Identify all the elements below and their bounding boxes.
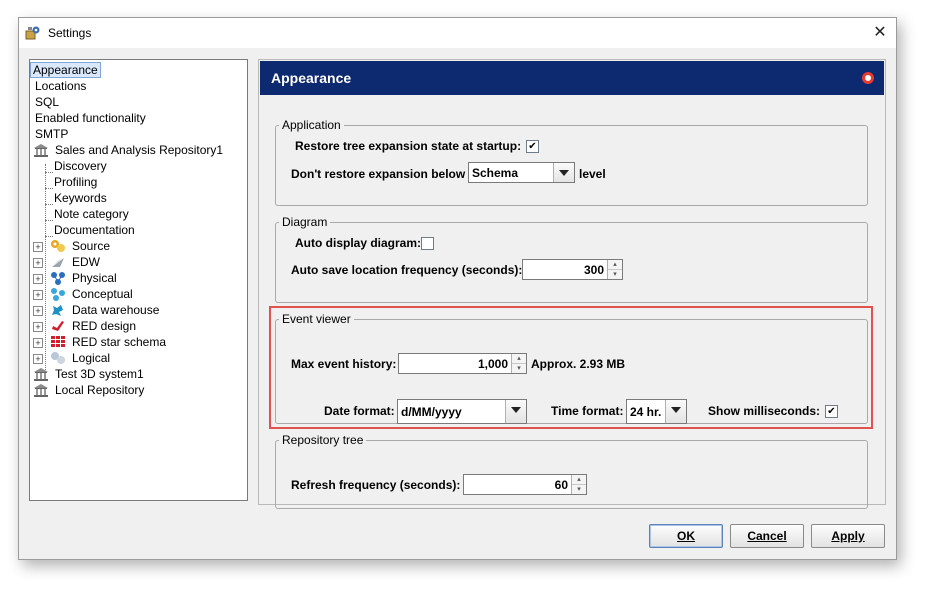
settings-dialog: Settings ✕ Appearance Locations SQL Enab… <box>18 17 897 560</box>
edw-icon <box>52 258 64 267</box>
title-bar: Settings ✕ <box>19 18 896 48</box>
help-icon[interactable] <box>862 72 874 84</box>
restore-tree-label: Restore tree expansion state at startup: <box>295 139 522 153</box>
tree-item-source[interactable]: Source <box>50 238 114 254</box>
expand-edw-toggle[interactable]: + <box>33 258 43 268</box>
spinner-down-icon[interactable]: ▾ <box>608 270 622 279</box>
tree-item-discovery[interactable]: Discovery <box>50 158 111 174</box>
refresh-frequency-value: 60 <box>554 478 568 492</box>
auto-display-label: Auto display diagram: <box>295 236 422 250</box>
tree-item-sales-repository[interactable]: Sales and Analysis Repository1 <box>33 142 227 158</box>
tree-item-red-design[interactable]: RED design <box>50 318 140 334</box>
tree-item-edw[interactable]: EDW <box>50 254 104 270</box>
auto-save-label: Auto save location frequency (seconds): <box>291 263 523 277</box>
spinner-up-icon[interactable]: ▴ <box>572 475 586 485</box>
expand-logical-toggle[interactable]: + <box>33 354 43 364</box>
tree-item-note-category[interactable]: Note category <box>50 206 133 222</box>
tree-item-local-repository[interactable]: Local Repository <box>33 382 148 398</box>
auto-display-checkbox[interactable] <box>421 237 434 250</box>
tree-item-red-star-schema[interactable]: RED star schema <box>50 334 170 350</box>
expansion-level-value: Schema <box>472 166 519 180</box>
tree-item-documentation[interactable]: Documentation <box>50 222 139 238</box>
tree-item-physical[interactable]: Physical <box>50 270 121 286</box>
tree-item-smtp[interactable]: SMTP <box>31 126 72 142</box>
data-warehouse-icon <box>52 305 63 316</box>
red-design-icon <box>52 321 64 331</box>
repository-tree-group: Repository tree <box>275 433 868 509</box>
refresh-frequency-label: Refresh frequency (seconds): <box>291 478 461 492</box>
diagram-legend: Diagram <box>282 215 328 229</box>
cancel-button[interactable]: Cancel <box>730 524 804 548</box>
tree-item-keywords[interactable]: Keywords <box>50 190 111 206</box>
tree-item-conceptual[interactable]: Conceptual <box>50 286 137 302</box>
appearance-panel: Appearance Application Restore tree expa… <box>258 59 886 509</box>
tree-item-enabled-functionality[interactable]: Enabled functionality <box>31 110 150 126</box>
expand-source-toggle[interactable]: + <box>33 242 43 252</box>
expand-data-warehouse-toggle[interactable]: + <box>33 306 43 316</box>
expand-conceptual-toggle[interactable]: + <box>33 290 43 300</box>
tree-item-appearance[interactable]: Appearance <box>30 62 101 78</box>
application-legend: Application <box>282 118 341 132</box>
apply-button[interactable]: Apply <box>811 524 885 548</box>
auto-save-spinner[interactable]: 300 ▴ ▾ <box>522 259 623 280</box>
tree-item-test-3d-system[interactable]: Test 3D system1 <box>33 366 148 382</box>
level-suffix-label: level <box>579 167 606 181</box>
logical-model-icon <box>51 352 65 364</box>
dont-restore-label: Don't restore expansion below <box>291 167 466 181</box>
repository-icon <box>34 384 48 397</box>
tree-item-sql[interactable]: SQL <box>31 94 63 110</box>
ok-button[interactable]: OK <box>649 524 723 548</box>
expand-red-star-schema-toggle[interactable]: + <box>33 338 43 348</box>
settings-tree[interactable]: Appearance Locations SQL Enabled functio… <box>29 59 248 501</box>
source-icon <box>51 240 65 252</box>
conceptual-model-icon <box>51 288 65 301</box>
settings-app-icon <box>25 26 40 40</box>
tree-item-locations[interactable]: Locations <box>31 78 90 94</box>
close-icon[interactable]: ✕ <box>864 18 896 48</box>
expand-physical-toggle[interactable]: + <box>33 274 43 284</box>
physical-model-icon <box>51 272 65 285</box>
panel-title: Appearance <box>271 70 352 86</box>
expansion-level-select[interactable]: Schema <box>468 162 575 183</box>
restore-tree-checkbox[interactable]: ✔ <box>526 140 539 153</box>
tree-item-logical[interactable]: Logical <box>50 350 114 366</box>
event-viewer-highlight <box>269 306 873 429</box>
chevron-down-icon[interactable] <box>553 163 574 182</box>
repository-tree-legend: Repository tree <box>282 433 364 447</box>
panel-header: Appearance <box>260 61 884 95</box>
spinner-down-icon[interactable]: ▾ <box>572 485 586 494</box>
spinner-up-icon[interactable]: ▴ <box>608 260 622 270</box>
auto-save-value: 300 <box>583 263 604 277</box>
tree-item-data-warehouse[interactable]: Data warehouse <box>50 302 163 318</box>
tree-item-profiling[interactable]: Profiling <box>50 174 101 190</box>
star-schema-grid-icon <box>51 336 65 347</box>
window-title: Settings <box>48 26 92 40</box>
refresh-frequency-spinner[interactable]: 60 ▴ ▾ <box>463 474 587 495</box>
repository-icon <box>34 368 48 381</box>
repository-icon <box>34 144 48 157</box>
expand-red-design-toggle[interactable]: + <box>33 322 43 332</box>
